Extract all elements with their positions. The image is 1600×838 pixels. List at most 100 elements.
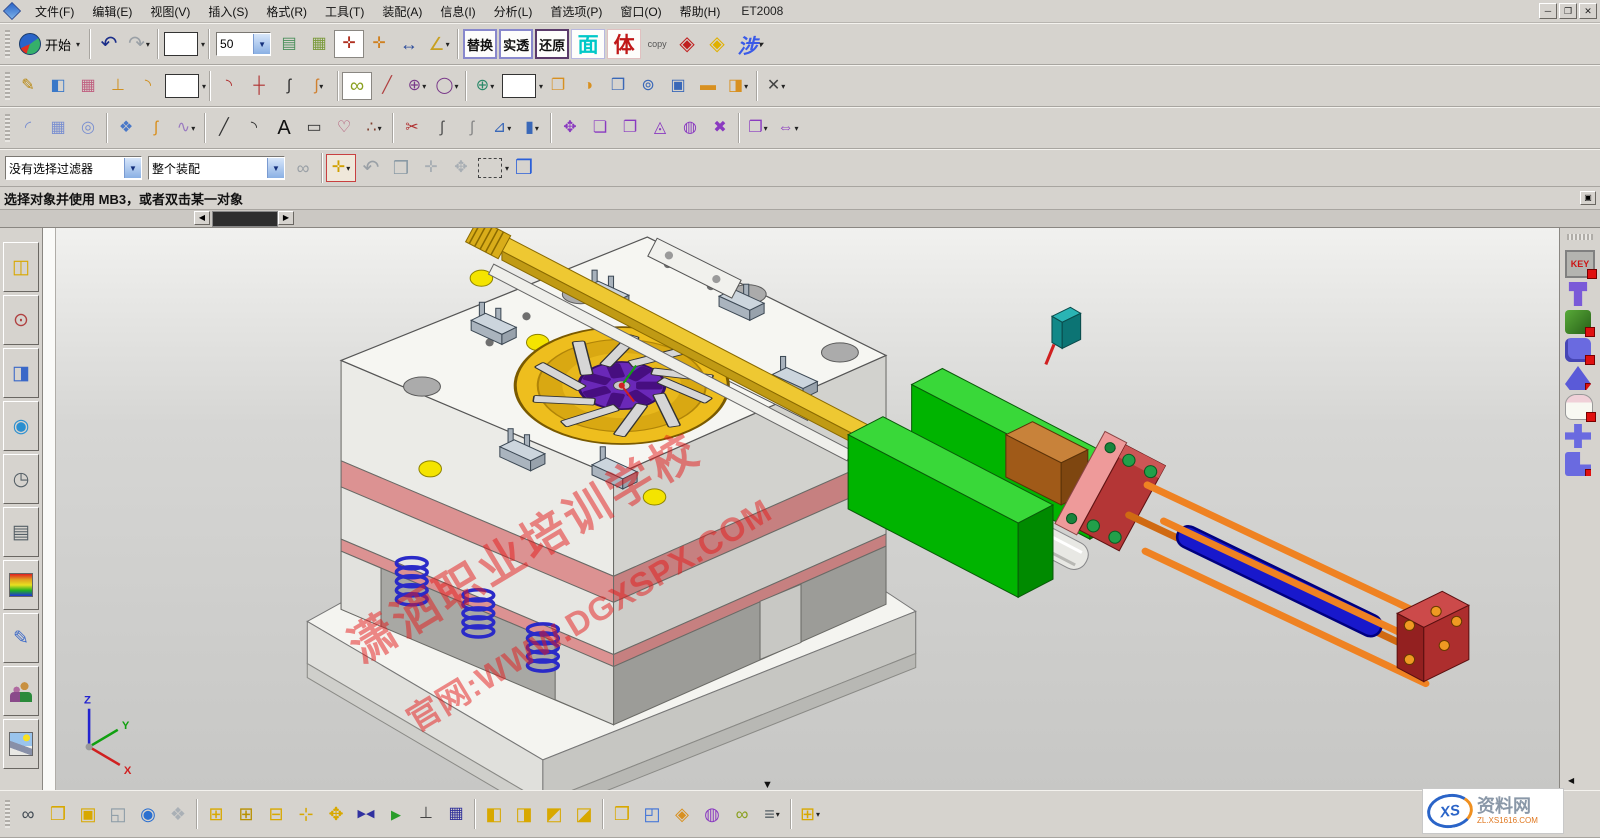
resize-blend-icon[interactable]: ◍ <box>675 114 705 142</box>
tab-internet-browser[interactable]: ◉ <box>3 401 39 451</box>
offset-dimension-icon[interactable]: ✕▾ <box>761 72 791 100</box>
wcs-dynamics-icon[interactable]: ✛ <box>364 30 394 58</box>
dropdown-arrow[interactable]: ▾ <box>454 82 458 91</box>
shaded-cube-icon[interactable]: ❒ <box>509 154 539 182</box>
3d-viewport[interactable]: Z Y X 潇洒职业培训学校 官网:WWW.DGXSPX.COM <box>43 228 1559 790</box>
menu-information[interactable]: 信息(I) <box>431 4 484 20</box>
palette-item-pipe-elbow[interactable] <box>1565 452 1591 476</box>
intersection-curve-icon[interactable]: ┼ <box>244 72 274 100</box>
interference-button[interactable]: 涉▾ <box>733 29 767 59</box>
palette-handle[interactable] <box>1567 234 1593 240</box>
clearance-analysis-icon[interactable]: ◍ <box>697 800 727 828</box>
dropdown-arrow[interactable]: ▾ <box>759 40 763 49</box>
datum-csys-icon[interactable]: ⊥ <box>103 72 133 100</box>
edit-curve-icon[interactable]: ʃ <box>457 114 487 142</box>
dropdown-arrow[interactable]: ▾ <box>191 124 195 133</box>
product-outline-icon[interactable]: ▣ <box>73 800 103 828</box>
menu-preferences[interactable]: 首选项(P) <box>541 4 611 20</box>
selection-filter-combo[interactable]: 没有选择过滤器▼ <box>5 156 142 180</box>
studio-spline-icon[interactable]: ♡ <box>329 114 359 142</box>
pane-toggle-button[interactable]: ▣ <box>1580 191 1596 205</box>
menu-file[interactable]: 文件(F) <box>26 4 83 20</box>
gray-csys-icon[interactable]: ✛ <box>416 154 446 182</box>
dropdown-arrow[interactable]: ▾ <box>146 40 150 49</box>
palette-item-blue-bracket[interactable] <box>1565 338 1591 362</box>
menu-assemblies[interactable]: 装配(A) <box>373 4 431 20</box>
tab-visual-editor[interactable]: ✎ <box>3 613 39 663</box>
arc-icon[interactable]: ◯▾ <box>432 72 462 100</box>
yellow-cube-icon[interactable]: ◈ <box>702 30 732 58</box>
bend-surface-icon[interactable]: ◝ <box>133 72 163 100</box>
project-curve-icon[interactable]: ⊿▾ <box>487 114 517 142</box>
toolbar-handle[interactable] <box>5 800 10 828</box>
interference-check-icon[interactable]: ◈ <box>667 800 697 828</box>
dropdown-arrow[interactable]: ▾ <box>744 82 748 91</box>
horizontal-scrollbar[interactable]: ◀ ▶ <box>0 210 1600 228</box>
redo-icon[interactable]: ↷▾ <box>124 30 154 58</box>
selection-scope-combo[interactable]: 整个装配▼ <box>148 156 285 180</box>
remember-constraints-icon[interactable]: ▦ <box>441 800 471 828</box>
tab-roles[interactable] <box>3 666 39 716</box>
sketch-arc-icon[interactable]: ◝ <box>239 114 269 142</box>
rectangle-select-swatch[interactable] <box>478 158 502 178</box>
translucent-button[interactable]: 实透 <box>499 29 533 59</box>
pocket-icon[interactable]: ❒ <box>603 72 633 100</box>
show-explosion-icon[interactable]: ◰ <box>637 800 667 828</box>
offset-region-icon[interactable]: ❐ <box>615 114 645 142</box>
dropdown-arrow[interactable]: ▾ <box>319 82 323 91</box>
palette-item-tri-plate[interactable] <box>1565 366 1591 390</box>
align-icon[interactable]: ▶ <box>381 800 411 828</box>
pattern-component-icon[interactable]: ⊟ <box>261 800 291 828</box>
palette-collapse-arrow[interactable]: ◀ <box>1562 775 1580 786</box>
display-style-swatch[interactable] <box>164 32 198 56</box>
tube-icon[interactable]: ▮▾ <box>517 114 547 142</box>
dropdown-arrow[interactable]: ▾ <box>422 82 426 91</box>
wave-link-icon[interactable]: ⊹ <box>291 800 321 828</box>
swept-icon[interactable]: ❖ <box>111 114 141 142</box>
open-component-icon[interactable]: ❒ <box>43 800 73 828</box>
layer-visible-in-view-icon[interactable]: ▦ <box>304 30 334 58</box>
selection-filter-combo-arrow[interactable]: ▼ <box>124 158 141 178</box>
suppress-component-icon[interactable]: ◨ <box>509 800 539 828</box>
sheet-sweep-icon[interactable]: ∿▾ <box>171 114 201 142</box>
toolbar-overflow-chevron[interactable]: ▼ <box>762 779 773 791</box>
toolbar-handle[interactable] <box>5 30 10 58</box>
styled-sweep-icon[interactable]: ʃ <box>141 114 171 142</box>
dropdown-arrow[interactable]: ▾ <box>535 124 539 133</box>
red-cube-icon[interactable]: ◈ <box>672 30 702 58</box>
wcs-display-icon[interactable]: ✛ <box>334 30 364 58</box>
point-set-icon[interactable]: ∴▾ <box>359 114 389 142</box>
menu-window[interactable]: 窗口(O) <box>611 4 670 20</box>
relations-browser-icon[interactable]: ≡▾ <box>757 800 787 828</box>
pull-face-icon[interactable]: ❏ <box>585 114 615 142</box>
dropdown-arrow[interactable]: ▾ <box>776 810 780 819</box>
boolean-unite-icon[interactable]: ⊕▾ <box>470 72 500 100</box>
trim-curve-icon[interactable]: ✂ <box>397 114 427 142</box>
divide-curve-icon[interactable]: ʃ <box>427 114 457 142</box>
menu-format[interactable]: 格式(R) <box>257 4 316 20</box>
arrangements-icon[interactable]: ◩ <box>539 800 569 828</box>
layer-settings-icon[interactable]: ▤ <box>274 30 304 58</box>
mirror-assembly-icon[interactable]: ◧ <box>479 800 509 828</box>
sketch-line-icon[interactable]: ╱ <box>209 114 239 142</box>
menu-help[interactable]: 帮助(H) <box>671 4 730 20</box>
palette-item-green-block[interactable] <box>1565 310 1591 334</box>
replace-button[interactable]: 替换 <box>463 29 497 59</box>
menu-analysis[interactable]: 分析(L) <box>485 4 542 20</box>
ruled-surface-icon[interactable]: ◜ <box>13 114 43 142</box>
scrollbar-thumb[interactable] <box>212 211 278 227</box>
tab-visualization[interactable] <box>3 560 39 610</box>
copy-face-feature-icon[interactable]: ❐▾ <box>743 114 773 142</box>
snapshot-icon[interactable]: ◉ <box>133 800 163 828</box>
tab-palettes[interactable]: ▤ <box>3 507 39 557</box>
palette-item-t-slot[interactable] <box>1565 282 1591 306</box>
resize-face-icon[interactable]: ⇔▾ <box>773 114 803 142</box>
dropdown-arrow[interactable]: ▾ <box>490 82 494 91</box>
copy-face-icon[interactable]: copy <box>642 30 672 58</box>
tab-gallery[interactable] <box>3 719 39 769</box>
show-hide-icon[interactable]: ❒ <box>386 154 416 182</box>
minimize-button[interactable]: ─ <box>1539 3 1557 19</box>
scroll-right-button[interactable]: ▶ <box>278 211 294 225</box>
delete-face-icon[interactable]: ✖ <box>705 114 735 142</box>
undo-icon[interactable]: ↶ <box>94 30 124 58</box>
